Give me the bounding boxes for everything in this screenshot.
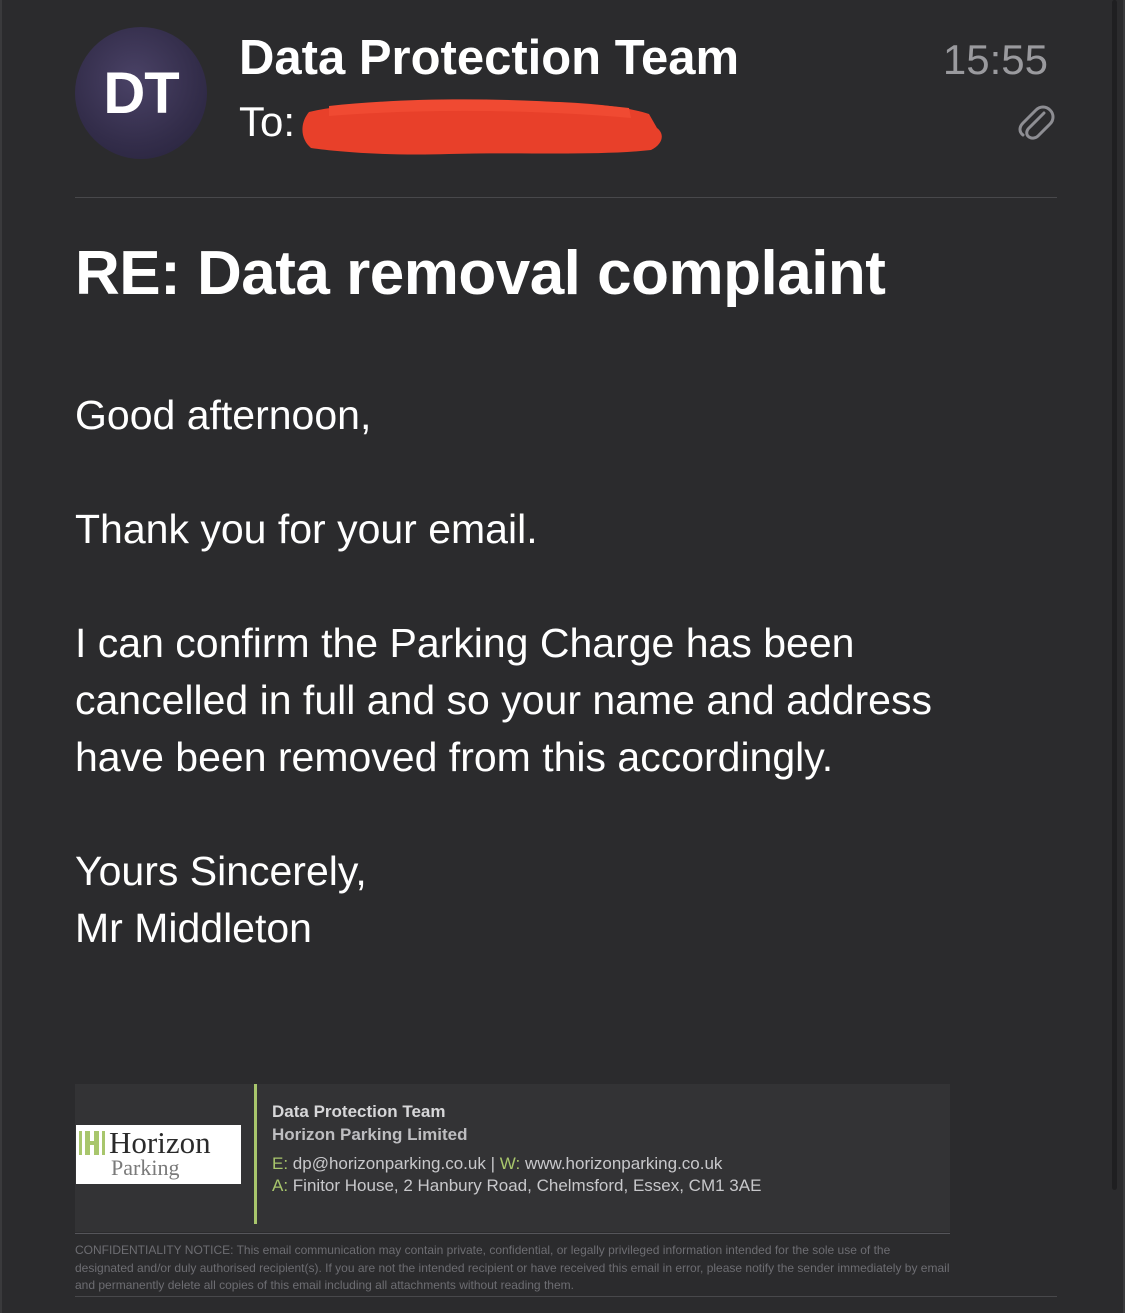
confidentiality-notice: CONFIDENTIALITY NOTICE: This email commu…: [75, 1243, 950, 1292]
signature-contact: E: dp@horizonparking.co.uk | W: www.hori…: [272, 1154, 722, 1174]
signature-address: A: Finitor House, 2 Hanbury Road, Chelms…: [272, 1176, 761, 1196]
body-line: cancelled in full and so your name and a…: [75, 677, 932, 723]
body-line: I can confirm the Parking Charge has bee…: [75, 620, 855, 666]
company-logo: Horizon Parking: [76, 1125, 241, 1184]
signature-accent-bar: [254, 1084, 257, 1224]
greeting: Good afternoon,: [75, 392, 372, 438]
email-label: E:: [272, 1154, 289, 1173]
logo-text-parking: Parking: [111, 1155, 180, 1180]
horizon-logo-icon: [79, 1131, 105, 1155]
signer-name: Mr Middleton: [75, 905, 312, 951]
footer-divider: [75, 1296, 1057, 1297]
email-view: DT Data Protection Team To: 15:55 RE: Da…: [0, 0, 1125, 1313]
address-label: A:: [272, 1176, 289, 1195]
thanks-line: Thank you for your email.: [75, 506, 538, 552]
contact-separator: |: [490, 1154, 495, 1173]
web-label: W:: [499, 1154, 521, 1173]
scrollbar[interactable]: [1112, 0, 1117, 1190]
redacted-recipient: [302, 99, 662, 155]
sender-avatar[interactable]: DT: [75, 27, 207, 159]
signature-company: Horizon Parking Limited: [272, 1125, 468, 1144]
email-subject: RE: Data removal complaint: [75, 239, 886, 308]
signoff: Yours Sincerely,: [75, 848, 367, 894]
paperclip-icon[interactable]: [1014, 100, 1056, 142]
avatar-initials: DT: [103, 60, 179, 126]
signature-email-link[interactable]: dp@horizonparking.co.uk: [293, 1154, 486, 1173]
header-divider: [75, 197, 1057, 198]
signature-team: Data Protection Team: [272, 1102, 446, 1121]
address-text: Finitor House, 2 Hanbury Road, Chelmsfor…: [292, 1176, 762, 1195]
confidentiality-divider: [75, 1233, 950, 1234]
recipient-label: To:: [239, 98, 296, 145]
sender-name[interactable]: Data Protection Team: [239, 30, 739, 86]
received-time: 15:55: [942, 36, 1048, 83]
body-line: have been removed from this accordingly.: [75, 734, 834, 780]
signature-web-link[interactable]: www.horizonparking.co.uk: [525, 1154, 722, 1173]
